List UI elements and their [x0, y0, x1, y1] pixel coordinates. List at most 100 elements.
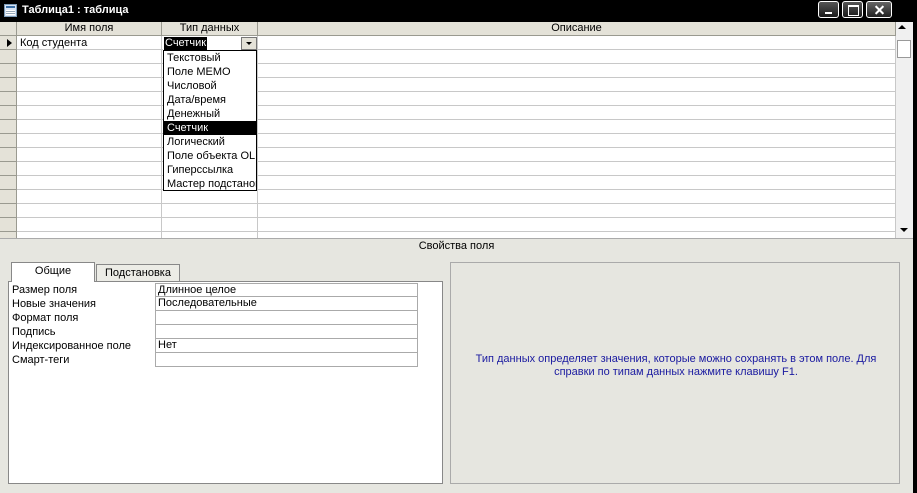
grid-cell[interactable] — [258, 218, 896, 232]
row-selector[interactable] — [0, 64, 17, 78]
scroll-down-arrow-icon[interactable] — [900, 228, 908, 232]
grid-cell[interactable] — [258, 134, 896, 148]
column-header-data-type[interactable]: Тип данных — [162, 22, 258, 36]
row-selector[interactable] — [0, 120, 17, 134]
table-row[interactable] — [0, 134, 896, 148]
property-label: Индексированное поле — [12, 340, 131, 352]
dropdown-option[interactable]: Числовой — [164, 79, 256, 93]
grid-cell[interactable] — [258, 106, 896, 120]
grid-cell[interactable] — [17, 218, 162, 232]
row-selector[interactable] — [0, 162, 17, 176]
help-pane: Тип данных определяет значения, которые … — [450, 262, 900, 484]
description-cell[interactable] — [258, 36, 896, 50]
close-button[interactable] — [866, 1, 892, 18]
grid-cell[interactable] — [258, 176, 896, 190]
row-selector[interactable] — [0, 36, 17, 50]
minimize-button[interactable] — [818, 1, 839, 18]
data-type-dropdown-list[interactable]: Текстовый Поле MEMO Числовой Дата/время Дене… — [163, 50, 257, 191]
grid-cell[interactable] — [258, 162, 896, 176]
help-text: Тип данных определяет значения, которые … — [475, 353, 877, 378]
dropdown-option[interactable]: Логический — [164, 135, 256, 149]
grid-cell[interactable] — [258, 148, 896, 162]
grid-cell[interactable] — [17, 148, 162, 162]
dropdown-option[interactable]: Счетчик — [164, 121, 256, 135]
table-row[interactable] — [0, 106, 896, 120]
grid-cell[interactable] — [17, 106, 162, 120]
grid-cell[interactable] — [17, 64, 162, 78]
grid-cell[interactable] — [17, 190, 162, 204]
dropdown-option[interactable]: Текстовый — [164, 51, 256, 65]
grid-cell[interactable] — [258, 190, 896, 204]
maximize-button[interactable] — [842, 1, 863, 18]
dropdown-option[interactable]: Денежный — [164, 107, 256, 121]
column-header-field-name[interactable]: Имя поля — [17, 22, 162, 36]
grid-cell[interactable] — [17, 162, 162, 176]
table-row[interactable] — [0, 176, 896, 190]
grid-cell[interactable] — [258, 120, 896, 134]
table-row[interactable] — [0, 78, 896, 92]
grid-cell[interactable] — [17, 134, 162, 148]
row-selector[interactable] — [0, 134, 17, 148]
data-type-combo[interactable]: Счетчик — [163, 37, 257, 50]
grid-cell[interactable] — [17, 176, 162, 190]
grid-cell[interactable] — [17, 50, 162, 64]
dropdown-option[interactable]: Дата/время — [164, 93, 256, 107]
grid-cell[interactable] — [17, 204, 162, 218]
tab-general[interactable]: Общие — [11, 262, 95, 282]
grid-cell[interactable] — [258, 78, 896, 92]
grid-cell[interactable] — [258, 92, 896, 106]
grid-cell[interactable] — [17, 92, 162, 106]
row-selector[interactable] — [0, 218, 17, 232]
dropdown-option[interactable]: Гиперссылка — [164, 163, 256, 177]
tab-lookup[interactable]: Подстановка — [96, 264, 180, 282]
field-name-cell[interactable]: Код студента — [17, 36, 162, 50]
property-value-field[interactable] — [155, 325, 418, 339]
window-title: Таблица1 : таблица — [22, 4, 129, 16]
row-selector-header[interactable] — [0, 22, 17, 36]
table-row[interactable] — [0, 92, 896, 106]
grid-cell[interactable] — [258, 204, 896, 218]
property-label: Смарт-теги — [12, 354, 70, 366]
grid-cell[interactable] — [17, 78, 162, 92]
column-header-description[interactable]: Описание — [258, 22, 896, 36]
table-row[interactable] — [0, 190, 896, 204]
row-selector[interactable] — [0, 106, 17, 120]
row-selector[interactable] — [0, 190, 17, 204]
grid-cell[interactable] — [258, 64, 896, 78]
row-selector[interactable] — [0, 148, 17, 162]
row-selector[interactable] — [0, 50, 17, 64]
title-bar[interactable]: Таблица1 : таблица — [0, 0, 917, 22]
table-row[interactable] — [0, 64, 896, 78]
grid-cell[interactable] — [17, 120, 162, 134]
table-row[interactable] — [0, 148, 896, 162]
row-selector[interactable] — [0, 176, 17, 190]
table-row[interactable] — [0, 218, 896, 232]
vertical-scrollbar[interactable] — [896, 22, 913, 238]
property-value-field[interactable] — [155, 311, 418, 325]
property-value-field[interactable]: Длинное целое — [155, 283, 418, 297]
table-row[interactable] — [0, 120, 896, 134]
grid-cell[interactable] — [162, 190, 258, 204]
table-row[interactable]: Код студента — [0, 36, 896, 50]
data-type-value[interactable]: Счетчик — [164, 37, 208, 50]
grid-cell[interactable] — [258, 50, 896, 64]
property-value-field[interactable] — [155, 353, 418, 367]
grid-cell[interactable] — [162, 204, 258, 218]
dropdown-option[interactable]: Поле MEMO — [164, 65, 256, 79]
grid-cell[interactable] — [162, 218, 258, 232]
scroll-thumb[interactable] — [897, 40, 911, 58]
property-value-field[interactable]: Нет — [155, 339, 418, 353]
dropdown-option[interactable]: Поле объекта OLE — [164, 149, 256, 163]
property-label: Формат поля — [12, 312, 79, 324]
dropdown-arrow-button[interactable] — [241, 37, 257, 50]
row-selector[interactable] — [0, 204, 17, 218]
property-value-field[interactable]: Последовательные — [155, 297, 418, 311]
row-selector[interactable] — [0, 92, 17, 106]
table-row[interactable] — [0, 204, 896, 218]
dropdown-option[interactable]: Мастер подстановок... — [164, 177, 256, 190]
scroll-up-arrow-icon[interactable] — [898, 25, 906, 29]
table-row[interactable] — [0, 162, 896, 176]
property-label: Размер поля — [12, 284, 78, 296]
row-selector[interactable] — [0, 78, 17, 92]
table-row[interactable] — [0, 50, 896, 64]
